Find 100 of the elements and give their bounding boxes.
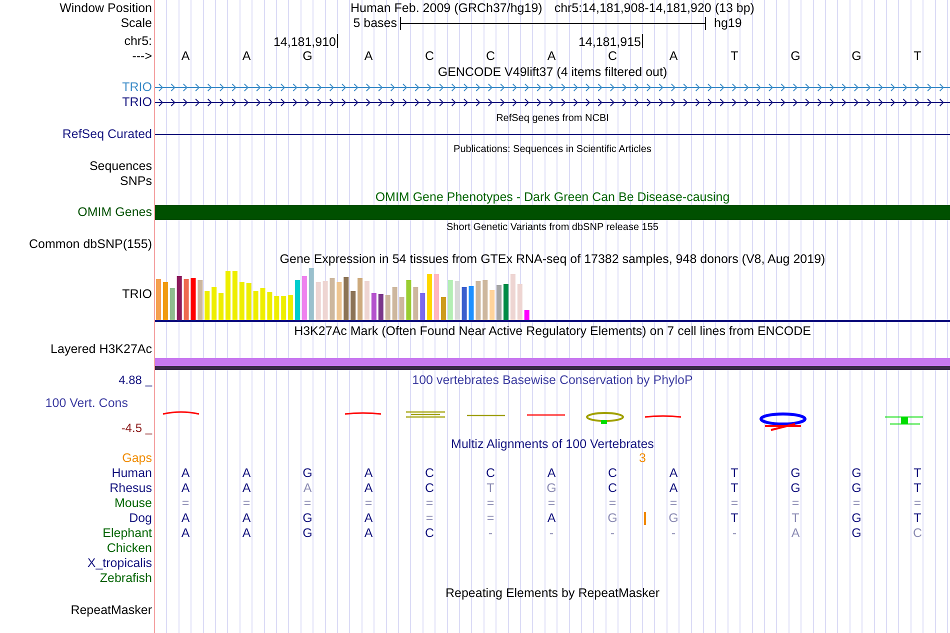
aligned-base: A: [547, 512, 556, 524]
axis-min-label: -4.5 _: [121, 422, 152, 434]
aligned-base: =: [426, 496, 434, 510]
track-label[interactable]: Sequences: [89, 160, 152, 172]
aligned-base: =: [608, 496, 616, 510]
aligned-base: A: [242, 466, 251, 480]
aligned-base: G: [302, 512, 312, 524]
aligned-base: =: [182, 496, 190, 510]
aligned-base: A: [364, 482, 373, 494]
track-label[interactable]: Common dbSNP(155): [29, 238, 152, 250]
aligned-base: C: [608, 466, 618, 480]
aligned-base: -: [549, 526, 554, 540]
aligned-base: T: [486, 482, 494, 494]
aligned-base: A: [181, 526, 190, 540]
track-label[interactable]: chr5:: [124, 34, 152, 47]
aligned-base: C: [424, 466, 434, 480]
aligned-base: T: [730, 512, 738, 524]
aligned-base: C: [424, 526, 434, 540]
coordinate-tick: 14,181,910: [273, 34, 338, 48]
position-range: chr5:14,181,908-14,181,920 (13 bp): [554, 2, 754, 14]
track-label[interactable]: Chicken: [106, 542, 152, 554]
track-label[interactable]: Window Position: [60, 2, 152, 14]
track-label[interactable]: TRIO: [122, 96, 152, 109]
track-title: Repeating Elements by RepeatMasker: [445, 587, 660, 600]
base-letter: G: [790, 50, 800, 62]
aligned-base: =: [364, 496, 372, 510]
track-title: H3K27Ac Mark (Often Found Near Active Regulatory Elements) on 7 cell lines from ENCODE: [294, 325, 811, 338]
track-label[interactable]: 100 Vert. Cons: [45, 397, 152, 410]
track-label[interactable]: Layered H3K27Ac: [50, 342, 152, 355]
base-letter: C: [608, 50, 618, 62]
base-letter: A: [242, 50, 251, 62]
track-title: 100 vertebrates Basewise Conservation by PhyloP: [412, 374, 693, 386]
coordinate-tick: 14,181,915: [578, 34, 643, 48]
base-letter: G: [302, 50, 312, 62]
aligned-base: C: [486, 466, 496, 480]
track-label[interactable]: RefSeq Curated: [62, 128, 152, 141]
aligned-base: -: [732, 526, 737, 540]
base-letter: A: [364, 50, 373, 62]
aligned-base: =: [670, 496, 678, 510]
aligned-base: G: [790, 466, 800, 480]
track-title: Short Genetic Variants from dbSNP release 155: [446, 223, 658, 233]
track-label[interactable]: Dog: [129, 512, 152, 524]
aligned-base: A: [181, 466, 190, 480]
aligned-base: C: [424, 482, 434, 494]
base-letter: C: [424, 50, 434, 62]
base-letter: A: [669, 50, 678, 62]
track-label[interactable]: --->: [132, 50, 152, 62]
aligned-base: -: [610, 526, 615, 540]
aligned-base: T: [914, 482, 922, 494]
aligned-base: T: [914, 512, 922, 524]
aligned-base: A: [242, 526, 251, 540]
aligned-base: =: [242, 496, 250, 510]
track-label[interactable]: X_tropicalis: [87, 556, 152, 570]
track-label[interactable]: Human: [112, 466, 152, 480]
track-label[interactable]: Scale: [120, 17, 152, 30]
base-letter: A: [181, 50, 190, 62]
aligned-base: G: [302, 466, 312, 480]
aligned-base: T: [730, 482, 738, 494]
track-label[interactable]: Zebrafish: [100, 572, 152, 584]
aligned-base: G: [608, 512, 618, 524]
aligned-base: G: [852, 466, 862, 480]
assembly-title: Human Feb. 2009 (GRCh37/hg19): [350, 2, 542, 14]
aligned-base: A: [364, 466, 373, 480]
track-label[interactable]: Elephant: [102, 526, 152, 540]
aligned-base: G: [302, 526, 312, 540]
signal-bar[interactable]: [155, 358, 950, 370]
aligned-base: =: [730, 496, 738, 510]
aligned-base: T: [792, 512, 800, 524]
aligned-base: A: [242, 512, 251, 524]
track-label[interactable]: TRIO: [122, 81, 152, 94]
aligned-base: A: [181, 512, 190, 524]
aligned-base: G: [546, 482, 556, 494]
aligned-base: T: [730, 466, 738, 480]
base-letter: C: [486, 50, 496, 62]
aligned-base: G: [668, 512, 678, 524]
axis-max-label: 4.88 _: [118, 374, 152, 386]
aligned-base: =: [792, 496, 800, 510]
track-label[interactable]: RepeatMasker: [70, 604, 152, 616]
track-title: Publications: Sequences in Scientific Articles: [454, 145, 652, 155]
aligned-base: =: [914, 496, 922, 510]
track-label[interactable]: Mouse: [114, 496, 152, 510]
track-title: GENCODE V49lift37 (4 items filtered out): [438, 66, 668, 78]
aligned-base: T: [914, 466, 922, 480]
aligned-base: =: [426, 512, 434, 524]
aligned-base: A: [181, 482, 190, 494]
track-label[interactable]: OMIM Genes: [78, 206, 152, 219]
aligned-base: =: [486, 512, 494, 524]
aligned-base: -: [488, 526, 493, 540]
base-letter: G: [852, 50, 862, 62]
base-letter: T: [730, 50, 738, 62]
track-title: Gene Expression in 54 tissues from GTEx RNA-seq of 17382 samples, 948 donors (V8, Aug 2019): [280, 252, 826, 266]
aligned-base: G: [852, 512, 862, 524]
track-label[interactable]: Rhesus: [110, 482, 152, 494]
track-label[interactable]: SNPs: [120, 175, 152, 188]
aligned-base: A: [364, 526, 373, 540]
aligned-base: =: [486, 496, 494, 510]
track-title: OMIM Gene Phenotypes - Dark Green Can Be Disease-causing: [375, 190, 730, 204]
track-label[interactable]: TRIO: [122, 288, 152, 301]
aligned-base: A: [547, 466, 556, 480]
aligned-base: =: [852, 496, 860, 510]
